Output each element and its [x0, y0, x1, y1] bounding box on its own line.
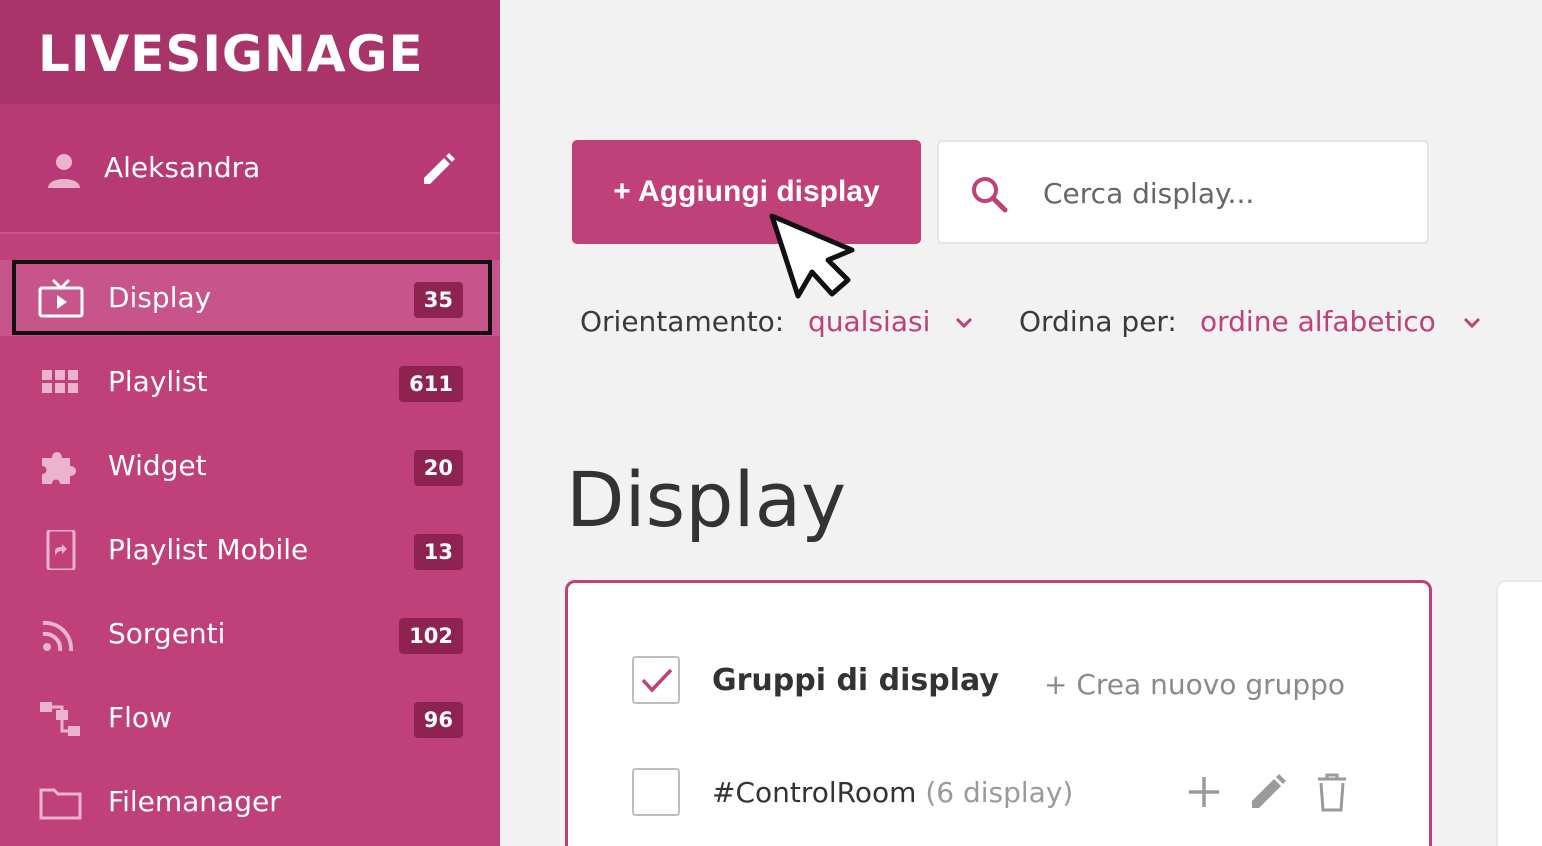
orientation-select[interactable]: qualsiasi	[808, 302, 930, 342]
sidebar-item-label: Playlist	[108, 365, 208, 398]
sidebar-item-filemanager[interactable]: Filemanager	[0, 764, 500, 840]
search-icon	[972, 177, 1008, 213]
sidebar-item-playlist[interactable]: Playlist 611	[0, 344, 500, 420]
chevron-down-icon[interactable]	[952, 310, 976, 334]
user-icon	[48, 154, 80, 188]
count-badge: 20	[413, 450, 463, 486]
orientation-label: Orientamento:	[580, 305, 785, 338]
sidebar-item-playlist-mobile[interactable]: Playlist Mobile 13	[0, 512, 500, 588]
count-badge: 13	[413, 534, 463, 570]
folder-icon	[39, 788, 82, 820]
sidebar-item-label: Flow	[108, 701, 172, 734]
active-item-highlight	[12, 260, 492, 335]
sidebar-item-label: Filemanager	[108, 785, 281, 818]
group-name: #ControlRoom	[712, 776, 917, 809]
sort-select[interactable]: ordine alfabetico	[1200, 302, 1436, 342]
sidebar-item-sorgenti[interactable]: Sorgenti 102	[0, 596, 500, 672]
phone-icon	[46, 530, 76, 570]
puzzle-icon	[42, 452, 76, 484]
sidebar: LIVESIGNAGE Aleksandra Display 35 Playli…	[0, 0, 500, 846]
user-name: Aleksandra	[104, 151, 261, 184]
checkmark-icon	[641, 668, 673, 693]
edit-pencil-icon[interactable]	[418, 150, 458, 190]
logo-bar: LIVESIGNAGE	[0, 0, 500, 104]
sidebar-item-label: Sorgenti	[108, 617, 226, 650]
sidebar-item-label: Widget	[108, 449, 207, 482]
mouse-cursor-icon	[769, 213, 855, 299]
search-input[interactable]	[1043, 170, 1403, 216]
count-badge: 611	[399, 366, 463, 402]
group-row: #ControlRoom (6 display)	[712, 773, 1073, 813]
user-bar: Aleksandra	[0, 104, 500, 234]
logo: LIVESIGNAGE	[38, 25, 424, 83]
groups-checkbox[interactable]	[632, 656, 680, 704]
add-display-button[interactable]: + Aggiungi display	[572, 140, 921, 244]
add-icon[interactable]	[1182, 770, 1226, 814]
side-card	[1496, 580, 1542, 846]
groups-title: Gruppi di display	[712, 663, 999, 698]
edit-pencil-icon[interactable]	[1246, 770, 1290, 814]
count-badge: 96	[413, 702, 463, 738]
sidebar-item-widget[interactable]: Widget 20	[0, 428, 500, 504]
trash-icon[interactable]	[1310, 770, 1354, 814]
group-count: (6 display)	[925, 776, 1074, 809]
count-badge: 102	[399, 618, 463, 654]
page-title: Display	[566, 455, 847, 544]
flow-icon	[40, 702, 80, 736]
create-group-link[interactable]: + Crea nuovo gruppo	[1044, 665, 1345, 705]
sort-label: Ordina per:	[1019, 305, 1177, 338]
rss-icon	[42, 620, 74, 652]
sidebar-item-flow[interactable]: Flow 96	[0, 680, 500, 756]
search-box[interactable]	[937, 140, 1429, 244]
sidebar-item-label: Playlist Mobile	[108, 533, 309, 566]
row-checkbox[interactable]	[632, 768, 680, 816]
chevron-down-icon[interactable]	[1460, 310, 1484, 334]
grid-icon	[42, 370, 78, 393]
